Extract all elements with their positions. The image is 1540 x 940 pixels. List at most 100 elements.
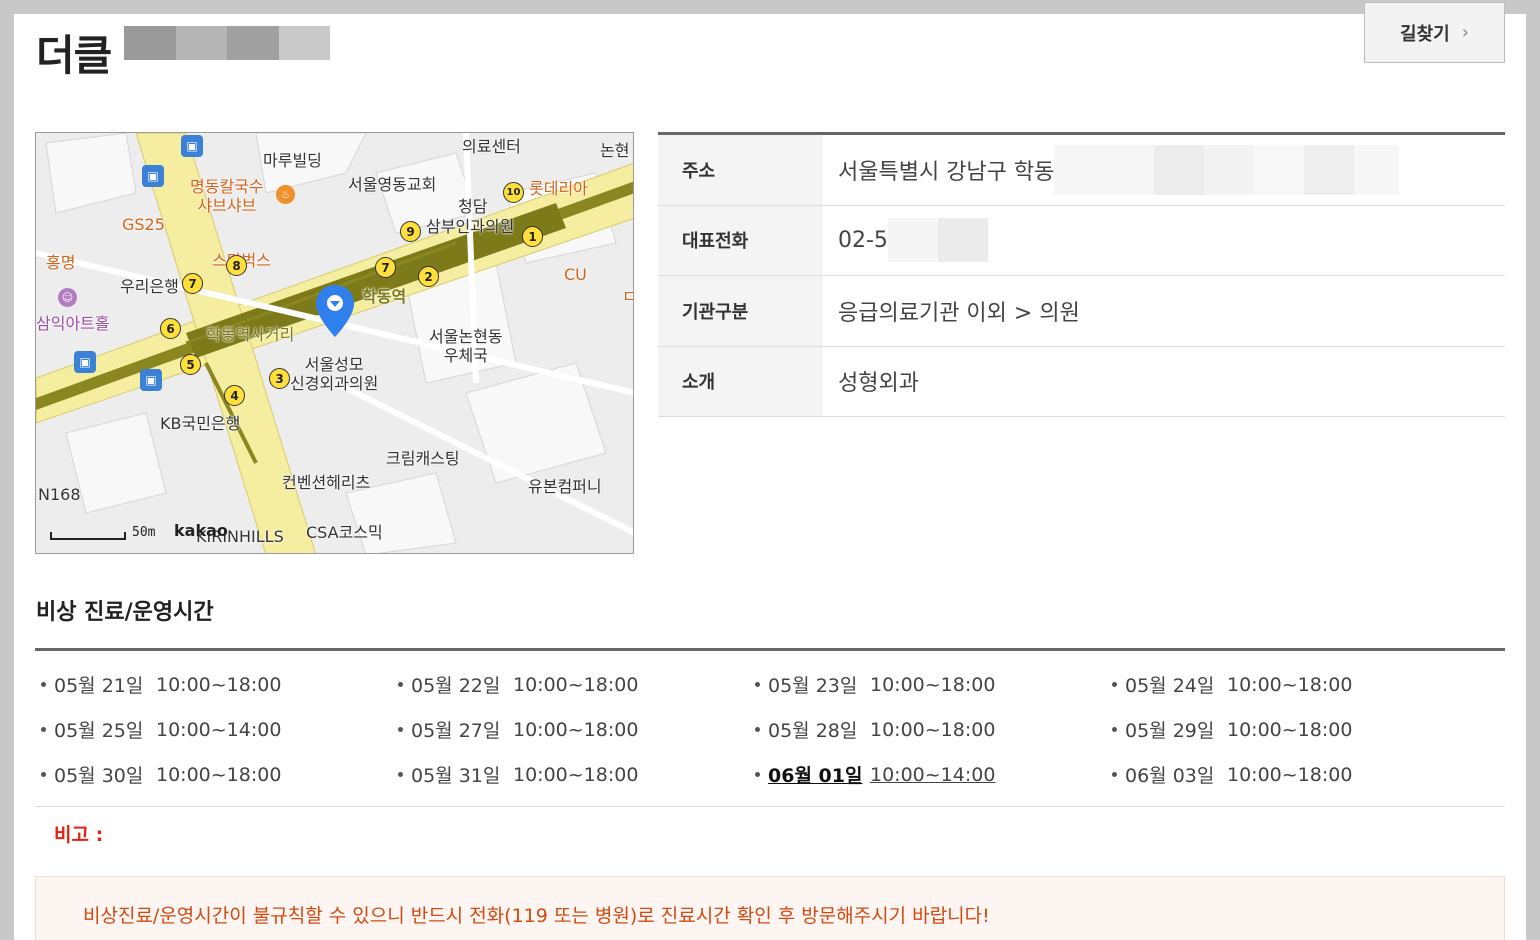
- bus-stop-icon[interactable]: ▣: [140, 369, 162, 391]
- bullet-icon: [41, 727, 46, 732]
- hours-item: 05월 31일 10:00~18:00: [392, 761, 749, 788]
- bus-stop-icon[interactable]: ▣: [142, 165, 164, 187]
- map-label-gs25[interactable]: GS25: [122, 215, 165, 234]
- map-label-n168[interactable]: N168: [38, 485, 81, 504]
- warning-box: 비상진료/운영시간이 불규칙할 수 있으니 반드시 전화(119 또는 병원)로…: [35, 876, 1505, 940]
- exit-marker[interactable]: 3: [269, 368, 290, 389]
- exit-marker[interactable]: 5: [180, 354, 201, 375]
- map-label-woori[interactable]: 우리은행: [120, 273, 179, 297]
- redaction-cell: [887, 218, 938, 263]
- hours-time: 10:00~18:00: [1227, 673, 1353, 696]
- info-label: 소개: [658, 346, 823, 416]
- hours-list: 05월 21일 10:00~18:00 05월 22일 10:00~18:00 05월 …: [35, 648, 1505, 807]
- page-title: 더클: [36, 31, 112, 80]
- exit-marker[interactable]: 10: [503, 182, 524, 203]
- section-title-hours: 비상 진료/운영시간: [36, 600, 214, 625]
- redaction-cell: [175, 26, 227, 60]
- exit-marker[interactable]: 2: [418, 266, 439, 287]
- map-label-church[interactable]: 서울영동교회: [348, 171, 436, 195]
- hours-item: 05월 22일 10:00~18:00: [392, 671, 749, 698]
- redaction-cell: [227, 26, 279, 60]
- map-label-hakdong-station[interactable]: 학동역: [362, 283, 406, 307]
- info-row-phone: 대표전화 02-5: [658, 205, 1505, 276]
- bullet-icon: [755, 682, 760, 687]
- exit-marker[interactable]: 8: [226, 255, 247, 276]
- hours-time: 10:00~18:00: [513, 718, 639, 741]
- map-label-yubon[interactable]: 유본컴퍼니: [528, 473, 602, 497]
- hours-time: 10:00~18:00: [513, 673, 639, 696]
- exit-marker[interactable]: 4: [224, 385, 245, 406]
- info-row-intro: 소개 성형외과: [658, 346, 1505, 417]
- hours-item: 05월 23일 10:00~18:00: [749, 671, 1106, 698]
- map-label-medical[interactable]: 의료센터: [462, 133, 521, 157]
- redaction-cell: [1204, 144, 1255, 195]
- bullet-icon: [755, 727, 760, 732]
- redaction-cell: [1054, 144, 1155, 195]
- route-button[interactable]: 길찾기 ›: [1364, 2, 1505, 63]
- exit-marker[interactable]: 6: [160, 318, 181, 339]
- hours-day: 05월 27일: [411, 720, 501, 742]
- info-label: 주소: [658, 135, 823, 205]
- hours-time: 10:00~14:00: [870, 763, 996, 786]
- hours-day: 06월 01일: [768, 765, 863, 787]
- map-label-myeongdong[interactable]: 명동칼국수 샤브샤브: [190, 177, 264, 215]
- hours-day: 05월 22일: [411, 675, 501, 697]
- map-label-samik[interactable]: 삼익아트홀: [36, 310, 110, 334]
- hours-time: 10:00~18:00: [870, 718, 996, 741]
- map-label-post[interactable]: 서울논현동 우체국: [429, 327, 503, 365]
- hours-day: 05월 24일: [1125, 675, 1215, 697]
- page-frame: 더클 길찾기 › ▣ ▣ ▣ ▣ 마루빌딩 서울영동교회 의료센터 논현 명동칼…: [14, 2, 1526, 940]
- bus-stop-icon[interactable]: ▣: [181, 135, 203, 157]
- map-label-nonhyeon[interactable]: 논현: [600, 137, 629, 161]
- bullet-icon: [398, 727, 403, 732]
- location-map[interactable]: ▣ ▣ ▣ ▣ 마루빌딩 서울영동교회 의료센터 논현 명동칼국수 샤브샤브 ♨…: [35, 132, 634, 554]
- hours-time: 10:00~18:00: [156, 673, 282, 696]
- hours-time: 10:00~18:00: [513, 763, 639, 786]
- map-label-sabu[interactable]: 삼부인과의원: [426, 213, 514, 237]
- redaction-cell: [1154, 144, 1205, 195]
- map-label-d[interactable]: ㄷ: [622, 283, 633, 307]
- redaction-cell: [1304, 144, 1355, 195]
- hours-item: 05월 29일 10:00~18:00: [1106, 716, 1463, 743]
- bus-stop-icon[interactable]: ▣: [74, 351, 96, 373]
- info-value: 02-5: [823, 206, 1505, 276]
- map-label-cream[interactable]: 크림캐스팅: [386, 445, 460, 469]
- redaction-block: [1054, 144, 1400, 195]
- scale-bar: [50, 532, 126, 540]
- hours-time: 10:00~14:00: [156, 718, 282, 741]
- map-label-cu[interactable]: CU: [564, 265, 587, 284]
- hours-item: 05월 30일 10:00~18:00: [35, 761, 392, 788]
- map-label-lotteria[interactable]: 롯데리아: [529, 175, 588, 199]
- hours-day: 05월 29일: [1125, 720, 1215, 742]
- exit-marker[interactable]: 9: [400, 221, 421, 242]
- bullet-icon: [398, 772, 403, 777]
- exit-marker[interactable]: 7: [375, 257, 396, 278]
- map-label-hakdong-crossroad[interactable]: 학동역사거리: [206, 321, 294, 345]
- hours-time: 10:00~18:00: [156, 763, 282, 786]
- map-label-kb[interactable]: KB국민은행: [160, 410, 240, 434]
- location-pin-icon[interactable]: [314, 283, 356, 339]
- map-label-maru[interactable]: 마루빌딩: [263, 147, 322, 171]
- exit-marker[interactable]: 1: [522, 226, 543, 247]
- redaction-block: [124, 26, 330, 60]
- redaction-cell: [937, 218, 988, 263]
- chevron-right-icon: ›: [1461, 22, 1469, 43]
- map-label-hongmyeong[interactable]: 홍명: [46, 249, 75, 273]
- bullet-icon: [1112, 682, 1117, 687]
- hours-day: 05월 30일: [54, 765, 144, 787]
- map-scale: 50m: [50, 525, 155, 540]
- map-label-convention[interactable]: 컨벤션헤리츠: [282, 469, 370, 493]
- phone-text[interactable]: 02-5: [838, 228, 888, 253]
- hours-item: 06월 03일 10:00~18:00: [1106, 761, 1463, 788]
- map-label-clinic[interactable]: 서울성모 신경외과의원: [290, 355, 378, 393]
- map-label-csa[interactable]: CSA코스믹: [306, 519, 383, 543]
- hours-day: 06월 03일: [1125, 765, 1215, 787]
- exit-marker[interactable]: 7: [182, 273, 203, 294]
- address-text: 서울특별시 강남구 학동: [838, 159, 1055, 185]
- scale-label: 50m: [132, 525, 156, 540]
- redaction-cell: [1254, 144, 1305, 195]
- restaurant-icon: ♨: [276, 185, 295, 204]
- hours-day: 05월 28일: [768, 720, 858, 742]
- info-value: 응급의료기관 이외 > 의원: [838, 300, 1080, 326]
- redaction-cell: [1354, 144, 1400, 195]
